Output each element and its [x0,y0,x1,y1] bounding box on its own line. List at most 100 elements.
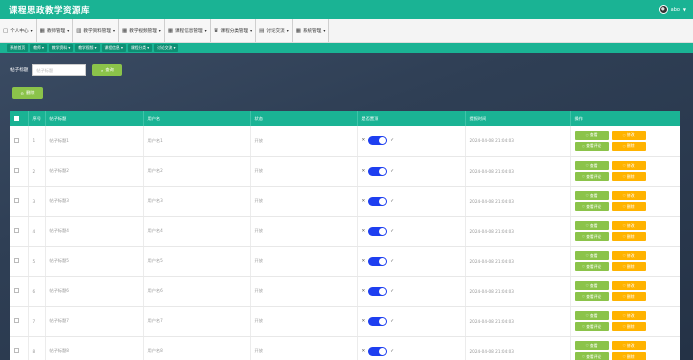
edit-button[interactable]: ♡ 修改 [611,221,646,230]
toggle-off-icon: ✕ [361,348,366,354]
view-button[interactable]: ♡ 查看 [574,191,609,200]
col-header-time: 提报时间 [465,111,571,126]
pinned-toggle[interactable] [368,136,388,146]
row-checkbox[interactable] [14,288,19,293]
row-checkbox[interactable] [14,348,19,353]
subnav-item-0[interactable]: 系统首页 [7,44,29,52]
nav-item-2[interactable]: ▥ 教学资料管理 ▾ [73,19,120,42]
cell-time: 2024-04-08 21:04:03 [465,216,571,247]
cell-username: 用户名6 [143,276,251,307]
view-comments-button[interactable]: ♡ 查看评论 [574,292,609,301]
view-comments-button[interactable]: ♡ 查看评论 [574,322,609,331]
nav-item-4[interactable]: ▦ 课程信息管理 ▾ [164,19,211,42]
row-delete-button[interactable]: ♡ 删除 [611,262,646,271]
nav-item-1[interactable]: ▦ 教师管理 ▾ [36,19,74,42]
toggle-off-icon: ✕ [361,198,366,204]
search-button[interactable]: ⌕ 查询 [92,64,123,76]
heart-icon: ♡ [622,163,626,168]
pinned-toggle[interactable] [368,346,388,356]
cell-username: 用户名3 [143,186,251,217]
view-button[interactable]: ♡ 查看 [574,281,609,290]
pinned-toggle[interactable] [368,196,388,206]
grid-icon: ▦ [167,27,174,34]
nav-item-6[interactable]: ▤ 讨论交流 ▾ [256,19,293,42]
row-checkbox[interactable] [14,318,19,323]
view-comments-button[interactable]: ♡ 查看评论 [574,232,609,241]
row-checkbox[interactable] [14,198,19,203]
caret-down-icon: ▾ [30,28,33,33]
user-menu[interactable]: abo ▼ [658,5,686,14]
edit-button[interactable]: ♡ 修改 [611,130,646,140]
edit-button[interactable]: ♡ 修改 [611,191,646,200]
edit-label: 修改 [626,282,635,288]
view-comments-button[interactable]: ♡ 查看评论 [574,172,609,181]
toggle-on-icon: ✓ [390,138,395,144]
toggle-on-icon: ✓ [390,318,395,324]
pinned-toggle[interactable] [368,286,388,296]
subnav-item-label: 系统首页 [10,45,26,50]
delete-button[interactable]: ⊖ 删除 [12,87,43,99]
row-delete-button[interactable]: ♡ 删除 [611,172,646,181]
row-delete-button[interactable]: ♡ 删除 [611,202,646,211]
nav-item-0[interactable]: ▢ 个人中心 ▾ [0,19,37,42]
subnav-item-6[interactable]: 讨论交流 ▾ [154,44,179,52]
view-comments-button[interactable]: ♡ 查看评论 [574,141,609,151]
row-delete-button[interactable]: ♡ 删除 [611,292,646,301]
view-button[interactable]: ♡ 查看 [574,221,609,230]
view-comments-label: 查看评论 [586,353,602,359]
select-all-checkbox[interactable] [14,115,19,121]
subnav-item-label: 教师 [33,45,41,50]
cell-status: 开放 [250,276,358,307]
row-delete-button[interactable]: ♡ 删除 [611,352,646,360]
view-button[interactable]: ♡ 查看 [574,311,609,320]
view-button[interactable]: ♡ 查看 [574,341,609,350]
view-button[interactable]: ♡ 查看 [574,130,609,140]
nav-item-5[interactable]: ♛ 课程分类管理 ▾ [210,19,257,42]
edit-label: 修改 [626,162,635,168]
pinned-toggle[interactable] [368,256,388,266]
row-delete-button[interactable]: ♡ 删除 [611,141,646,151]
edit-button[interactable]: ♡ 修改 [611,311,646,320]
view-comments-button[interactable]: ♡ 查看评论 [574,262,609,271]
heart-icon: ♡ [622,204,626,209]
heart-icon: ♡ [622,174,626,179]
view-button[interactable]: ♡ 查看 [574,161,609,170]
nav-item-7[interactable]: ▦ 系统管理 ▾ [292,19,330,42]
heart-icon: ♡ [622,143,626,149]
nav-item-label: 教师管理 [46,28,66,34]
edit-button[interactable]: ♡ 修改 [611,341,646,350]
edit-button[interactable]: ♡ 修改 [611,251,646,260]
edit-label: 修改 [626,192,635,198]
subnav-item-2[interactable]: 教学资料 ▾ [48,44,74,52]
edit-button[interactable]: ♡ 修改 [611,161,646,170]
row-checkbox[interactable] [14,137,19,143]
cell-time: 2024-04-08 21:04:03 [465,186,571,217]
cell-pinned: ✕ ✓ [357,186,466,217]
search-input[interactable] [32,64,87,76]
nav-item-3[interactable]: ▦ 教学视频管理 ▾ [119,19,165,42]
cell-time: 2024-04-08 21:04:03 [465,246,571,277]
subnav-item-4[interactable]: 课程信息 ▾ [101,44,126,52]
pinned-toggle[interactable] [368,226,388,236]
row-checkbox[interactable] [14,228,19,233]
view-comments-button[interactable]: ♡ 查看评论 [574,202,609,211]
nav-item-label: 课程信息管理 [175,28,203,34]
row-select-cell [10,216,29,247]
delete-button-label: 删除 [26,90,35,95]
row-delete-button[interactable]: ♡ 删除 [611,322,646,331]
pinned-toggle[interactable] [368,166,388,176]
heart-icon: ♡ [581,204,586,209]
subnav-item-1[interactable]: 教师 ▾ [30,44,47,52]
row-checkbox[interactable] [14,258,19,263]
row-checkbox[interactable] [14,168,19,173]
row-delete-button[interactable]: ♡ 删除 [611,232,646,241]
subnav-item-3[interactable]: 教学视频 ▾ [75,44,100,52]
view-comments-button[interactable]: ♡ 查看评论 [574,352,609,360]
view-label: 查看 [589,252,598,258]
subnav-item-5[interactable]: 课程分类 ▾ [127,44,153,52]
pinned-toggle[interactable] [368,316,388,326]
table-row: 6 帖子标题6 用户名6 开放 ✕ ✓ 2024-04-08 21:04:03 ♡ 查看 ♡ 修改 ♡… [10,276,680,307]
view-button[interactable]: ♡ 查看 [574,251,609,260]
cell-pinned: ✕ ✓ [357,246,466,277]
edit-button[interactable]: ♡ 修改 [611,281,646,290]
